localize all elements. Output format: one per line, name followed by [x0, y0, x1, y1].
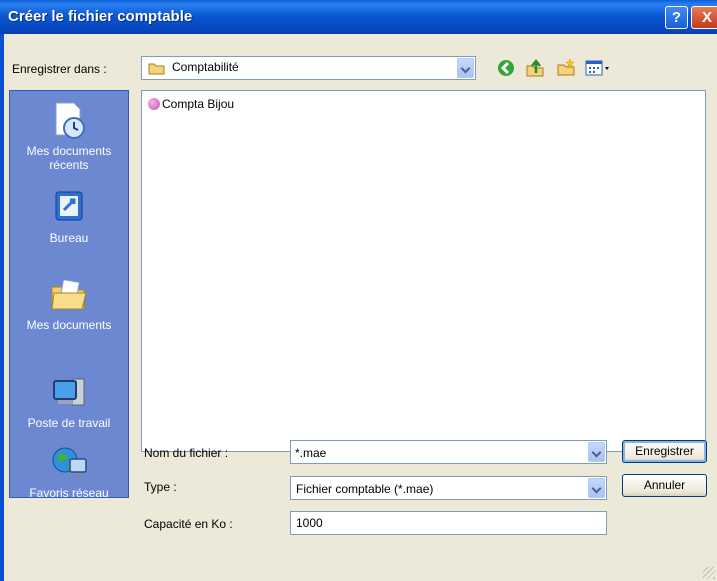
file-list[interactable]: Compta Bijou: [141, 90, 706, 452]
place-label-desktop: Bureau: [49, 231, 89, 245]
place-label-my-documents: Mes documents: [26, 318, 112, 332]
my-computer-icon: [53, 378, 85, 406]
capacity-value: 1000: [296, 516, 323, 530]
place-network[interactable]: Favoris réseau: [10, 443, 128, 500]
places-bar: Mes documents récents Bureau Mes documen…: [9, 90, 129, 500]
window-border: [0, 34, 4, 581]
place-label-my-computer: Poste de travail: [27, 416, 111, 430]
chevron-down-icon[interactable]: [457, 58, 474, 78]
help-button[interactable]: ?: [665, 6, 688, 29]
title-bar[interactable]: Créer le fichier comptable ? X: [0, 0, 717, 34]
chevron-down-icon[interactable]: [588, 478, 605, 498]
filename-input[interactable]: *.mae: [290, 440, 607, 464]
resize-grip[interactable]: [703, 567, 715, 579]
my-documents-folder-icon: [51, 279, 87, 310]
type-label: Type :: [144, 480, 177, 494]
place-my-computer[interactable]: Poste de travail: [10, 373, 128, 430]
cancel-button[interactable]: Annuler: [622, 474, 707, 497]
capacity-label: Capacité en Ko :: [144, 517, 233, 531]
view-menu-icon[interactable]: [584, 58, 612, 78]
network-places-icon: [52, 447, 87, 476]
place-desktop[interactable]: Bureau: [10, 188, 128, 245]
capacity-input[interactable]: 1000: [290, 511, 607, 535]
filename-label: Nom du fichier :: [144, 446, 229, 460]
type-value: Fichier comptable (*.mae): [296, 482, 434, 496]
file-item[interactable]: Compta Bijou: [148, 97, 234, 111]
place-my-documents[interactable]: Mes documents: [10, 275, 128, 332]
up-folder-icon[interactable]: [525, 58, 545, 78]
file-name: Compta Bijou: [162, 97, 235, 111]
type-dropdown[interactable]: Fichier comptable (*.mae): [290, 476, 607, 500]
save-button[interactable]: Enregistrer: [622, 440, 707, 463]
close-button[interactable]: X: [691, 6, 717, 29]
chevron-down-icon[interactable]: [588, 442, 605, 462]
new-folder-icon[interactable]: [556, 58, 576, 78]
recent-documents-icon: [55, 102, 85, 139]
save-dialog: Créer le fichier comptable ? X Enregistr…: [0, 0, 717, 581]
accounting-file-icon: [148, 98, 160, 110]
folder-icon: [148, 63, 165, 75]
save-in-label: Enregistrer dans :: [12, 62, 107, 76]
desktop-icon: [55, 191, 83, 221]
place-recent-documents[interactable]: Mes documents récents: [10, 101, 128, 172]
place-label-recent: Mes documents récents: [26, 144, 112, 172]
place-label-network: Favoris réseau: [29, 486, 109, 500]
save-in-dropdown[interactable]: Comptabilité: [141, 56, 476, 80]
window-title: Créer le fichier comptable: [8, 8, 193, 25]
back-arrow-icon[interactable]: [496, 58, 516, 78]
filename-value: *.mae: [295, 446, 327, 460]
save-in-value: Comptabilité: [172, 60, 239, 74]
